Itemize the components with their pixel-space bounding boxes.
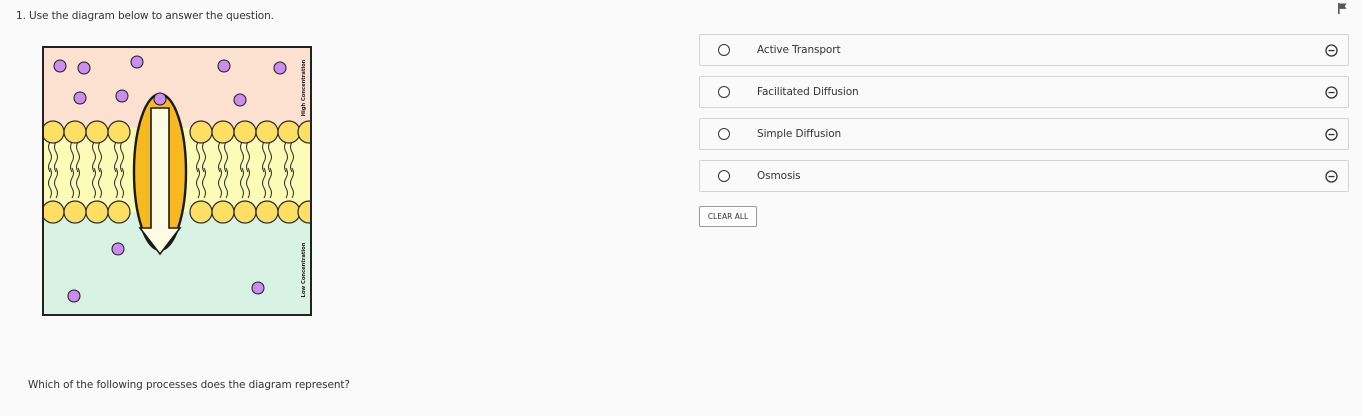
minus-circle-icon[interactable]	[1325, 44, 1338, 57]
question-page: 1. Use the diagram below to answer the q…	[0, 0, 1362, 416]
radio-button[interactable]	[718, 170, 730, 182]
radio-button[interactable]	[718, 44, 730, 56]
choice-label: Osmosis	[757, 170, 801, 182]
clear-all-button[interactable]: CLEAR ALL	[699, 206, 757, 227]
membrane-diagram: High Concentration Low Concentration	[42, 46, 312, 316]
choice-label: Facilitated Diffusion	[757, 86, 859, 98]
minus-circle-icon[interactable]	[1325, 128, 1338, 141]
choice-active-transport[interactable]: Active Transport	[699, 34, 1349, 66]
question-stem: 1. Use the diagram below to answer the q…	[16, 10, 274, 22]
choice-label: Simple Diffusion	[757, 128, 842, 140]
high-concentration-label: High Concentration	[301, 59, 307, 116]
radio-button[interactable]	[718, 86, 730, 98]
low-concentration-label: Low Concentration	[301, 242, 307, 297]
choice-simple-diffusion[interactable]: Simple Diffusion	[699, 118, 1349, 150]
choice-facilitated-diffusion[interactable]: Facilitated Diffusion	[699, 76, 1349, 108]
choice-osmosis[interactable]: Osmosis	[699, 160, 1349, 192]
radio-button[interactable]	[718, 128, 730, 140]
choice-label: Active Transport	[757, 44, 841, 56]
minus-circle-icon[interactable]	[1325, 170, 1338, 183]
minus-circle-icon[interactable]	[1325, 86, 1338, 99]
flag-icon[interactable]	[1336, 2, 1349, 15]
question-prompt: Which of the following processes does th…	[28, 379, 350, 391]
